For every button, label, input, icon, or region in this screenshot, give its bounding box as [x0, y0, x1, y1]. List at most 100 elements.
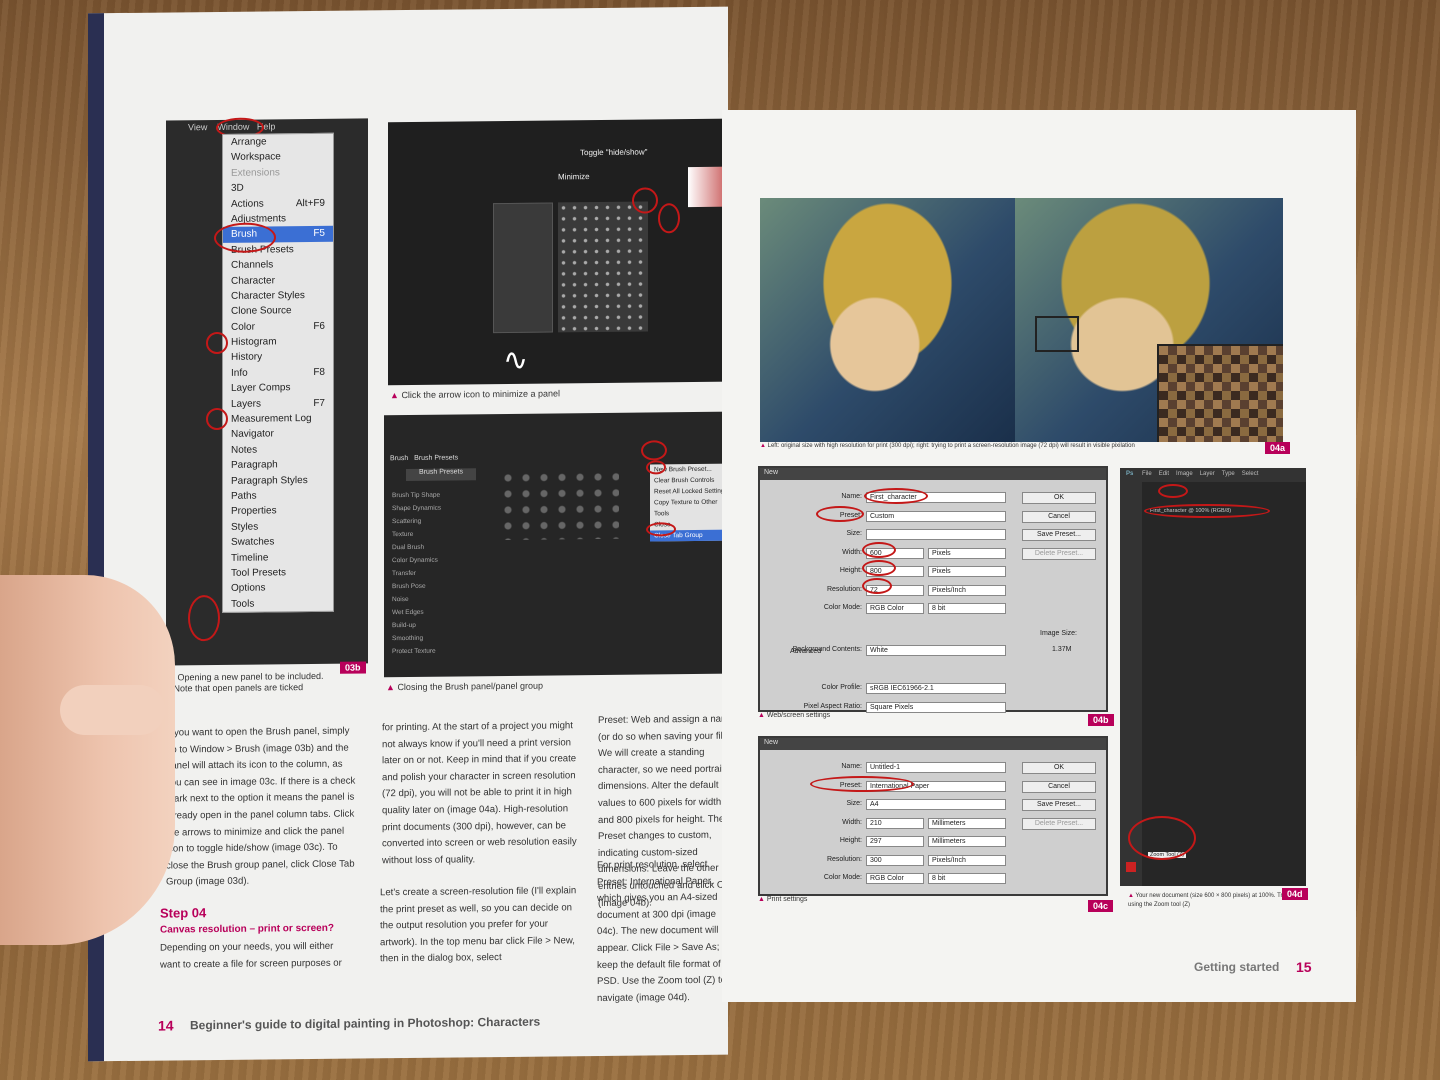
- menu-item[interactable]: Tools: [223, 596, 333, 613]
- menu-view[interactable]: View: [188, 122, 207, 132]
- dialog-button[interactable]: Delete Preset...: [1022, 817, 1096, 830]
- context-menu-item[interactable]: Clear Brush Controls: [650, 475, 728, 487]
- brush-option[interactable]: Scattering: [392, 514, 480, 528]
- dialog-field-label: Name:: [841, 493, 862, 500]
- context-menu-item[interactable]: Reset All Locked Settings: [650, 486, 728, 498]
- menu-item-label: Paths: [231, 490, 257, 502]
- dialog-unit-select[interactable]: Pixels/Inch: [928, 584, 1006, 596]
- highlight-circle-minimize-arrow: [632, 187, 658, 214]
- dialog-field-value[interactable]: 297: [866, 836, 924, 847]
- menu-item[interactable]: Paths: [223, 488, 333, 505]
- dialog-field-value[interactable]: RGB Color: [866, 873, 924, 884]
- menu-item[interactable]: Actions Alt+F9: [223, 195, 333, 212]
- tag-04d: 04d: [1282, 888, 1308, 900]
- menu-item[interactable]: Character Styles: [223, 288, 333, 305]
- menu-item[interactable]: Color F6: [223, 318, 333, 335]
- menu-item[interactable]: Measurement Log: [223, 411, 333, 428]
- dialog-button[interactable]: OK: [1022, 762, 1096, 774]
- menu-item[interactable]: Timeline: [223, 549, 333, 566]
- menu-item[interactable]: Workspace: [223, 149, 333, 166]
- dialog-unit-select[interactable]: Pixels: [928, 547, 1006, 559]
- highlight-circle-height: [862, 560, 896, 576]
- menu-item-label: Navigator: [231, 428, 274, 441]
- brush-option[interactable]: Noise: [392, 592, 480, 606]
- brush-presets-button[interactable]: Brush Presets: [406, 468, 476, 482]
- dialog-field-value[interactable]: Custom: [866, 510, 1006, 522]
- brush-option[interactable]: Build-up: [392, 618, 480, 632]
- dialog-field-value[interactable]: sRGB IEC61966-2.1: [866, 683, 1006, 694]
- dialog-field-value[interactable]: 300: [866, 854, 924, 866]
- dialog-field-label: Width:: [842, 548, 862, 556]
- ps-menu-item[interactable]: File: [1142, 471, 1152, 477]
- brush-option[interactable]: Texture: [392, 527, 480, 541]
- ps-menu-item[interactable]: Select: [1242, 471, 1259, 477]
- highlight-circle-options-tools: [188, 594, 220, 642]
- brush-option[interactable]: Brush Pose: [392, 579, 480, 593]
- menu-item[interactable]: Extensions: [223, 165, 333, 182]
- menu-item[interactable]: Properties: [223, 503, 333, 520]
- step-04-title: Step 04: [160, 905, 207, 921]
- brush-option[interactable]: Brush Tip Shape: [392, 488, 480, 502]
- ps-menu-item[interactable]: Type: [1222, 471, 1235, 477]
- dialog-field-value[interactable]: Untitled-1: [866, 762, 1006, 773]
- brush-option[interactable]: Smoothing: [392, 631, 480, 645]
- context-menu-item[interactable]: Copy Texture to Other Tools: [650, 497, 728, 520]
- dialog-field-value[interactable]: A4: [866, 799, 1006, 810]
- menu-item[interactable]: Swatches: [223, 534, 333, 551]
- brush-option[interactable]: Wet Edges: [392, 605, 480, 619]
- menu-item[interactable]: History: [223, 349, 333, 366]
- thumb: [60, 685, 165, 735]
- dialog-field-value[interactable]: White: [866, 645, 1006, 656]
- dialog-button[interactable]: OK: [1022, 492, 1096, 504]
- ps-menu-item[interactable]: Edit: [1159, 471, 1169, 477]
- menu-item[interactable]: Notes: [223, 442, 333, 459]
- menu-item-label: Measurement Log: [231, 413, 312, 425]
- menu-item[interactable]: Character: [223, 272, 333, 289]
- menu-item[interactable]: Info F8: [223, 365, 333, 382]
- dialog-button[interactable]: Save Preset...: [1022, 799, 1096, 811]
- menu-item[interactable]: Layer Comps: [223, 380, 333, 397]
- dialog-unit-select[interactable]: Millimeters: [928, 817, 1006, 829]
- menu-item[interactable]: Tool Presets: [223, 565, 333, 582]
- menu-item[interactable]: Histogram: [223, 334, 333, 351]
- menu-item[interactable]: Channels: [223, 257, 333, 274]
- dialog-button[interactable]: Save Preset...: [1022, 529, 1096, 541]
- brush-option[interactable]: Protect Texture: [392, 644, 480, 658]
- dialog-field-label: Size:: [846, 530, 862, 537]
- highlight-circle-doc-tab: [1144, 504, 1270, 518]
- dialog-field-value[interactable]: Square Pixels: [866, 701, 1006, 713]
- tab-brush-presets[interactable]: Brush Presets: [414, 454, 458, 461]
- dialog-button[interactable]: Delete Preset...: [1022, 547, 1096, 560]
- ps-logo: Ps: [1126, 471, 1134, 477]
- tab-brush[interactable]: Brush: [390, 455, 408, 462]
- dialog-field-value[interactable]: 210: [866, 817, 924, 829]
- dialog-unit-select[interactable]: Millimeters: [928, 836, 1006, 847]
- image-size-value: 1.37M: [1052, 646, 1072, 653]
- menu-item-label: Options: [231, 582, 266, 595]
- dialog-field-value[interactable]: [866, 529, 1006, 540]
- dialog-unit-select[interactable]: Pixels/Inch: [928, 854, 1006, 866]
- dialog-unit-select[interactable]: 8 bit: [928, 603, 1006, 614]
- menu-item[interactable]: Clone Source: [223, 303, 333, 320]
- ps-menu-item[interactable]: Image: [1176, 471, 1193, 477]
- menu-item-label: Color: [231, 321, 255, 333]
- menu-item[interactable]: 3D: [223, 180, 333, 197]
- brush-option[interactable]: Shape Dynamics: [392, 501, 480, 515]
- brush-option[interactable]: Transfer: [392, 566, 480, 580]
- menu-item[interactable]: Paragraph Styles: [223, 472, 333, 489]
- dialog-unit-select[interactable]: 8 bit: [928, 873, 1006, 884]
- dialog-field-value[interactable]: RGB Color: [866, 603, 924, 614]
- brush-stroke-preview-icon: ∿: [503, 343, 529, 378]
- menu-item[interactable]: Arrange: [223, 134, 333, 151]
- menu-item[interactable]: Paragraph: [223, 457, 333, 474]
- menu-item[interactable]: Styles: [223, 519, 333, 536]
- menu-item[interactable]: Layers F7: [223, 395, 333, 412]
- dialog-button[interactable]: Cancel: [1022, 780, 1096, 793]
- brush-option[interactable]: Dual Brush: [392, 540, 480, 554]
- menu-item[interactable]: Options: [223, 580, 333, 597]
- ps-menu-item[interactable]: Layer: [1200, 471, 1215, 477]
- brush-option[interactable]: Color Dynamics: [392, 553, 480, 567]
- dialog-unit-select[interactable]: Pixels: [928, 566, 1006, 577]
- menu-item[interactable]: Navigator: [223, 426, 333, 443]
- dialog-button[interactable]: Cancel: [1022, 510, 1096, 523]
